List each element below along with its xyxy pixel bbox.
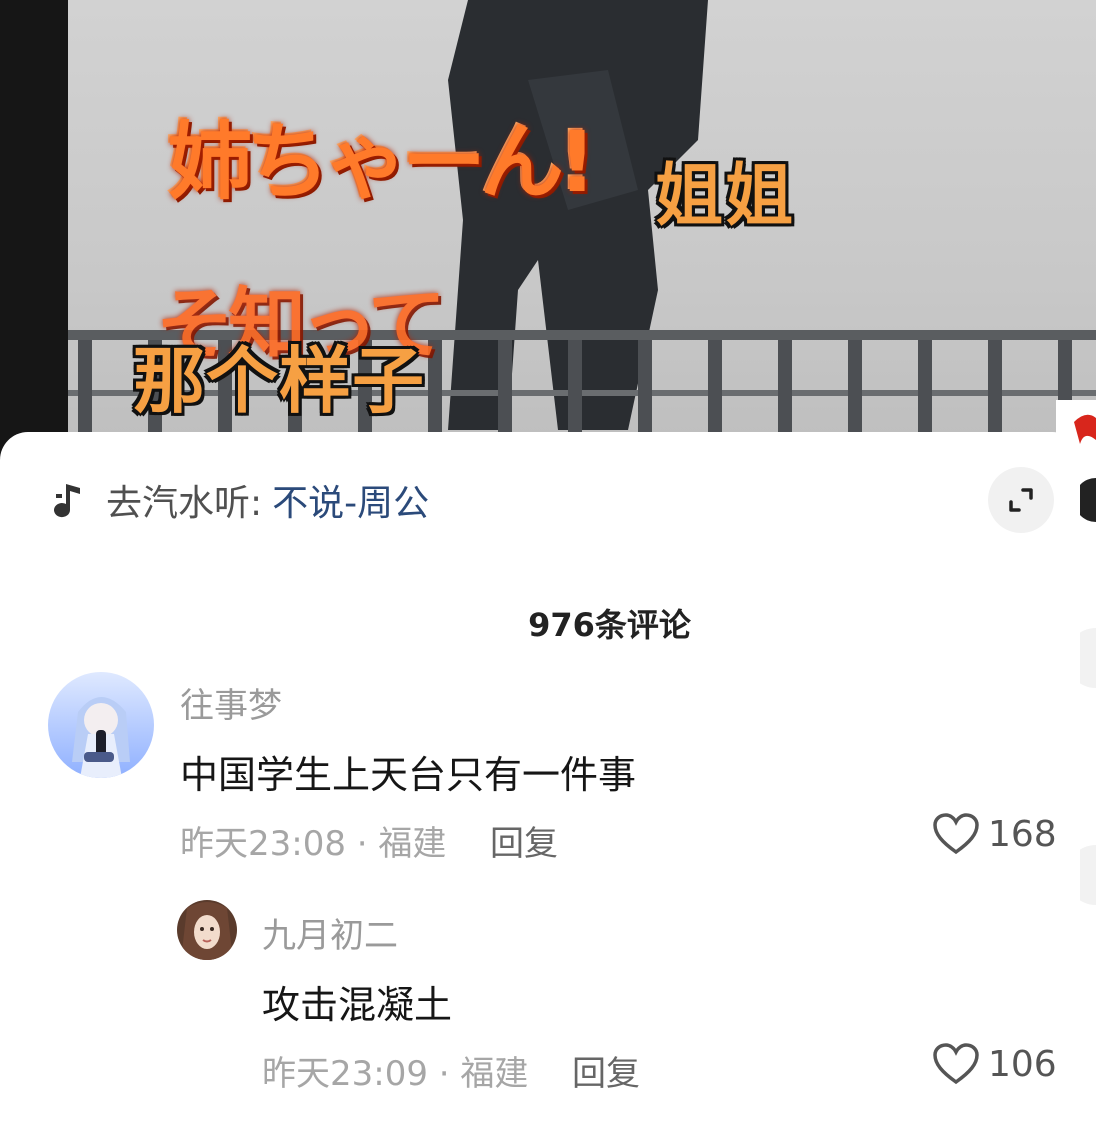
comment-username[interactable]: 往事梦: [180, 678, 282, 727]
caption-sister: 姐姐: [655, 157, 796, 236]
video-player[interactable]: 姉ちゃーん! そ知って 姐姐 那个样子: [0, 0, 1096, 470]
comment-text: 攻击混凝土: [262, 983, 453, 1027]
comment-item: 往事梦 中国学生上天台只有一件事 昨天23:08 · 福建 回复 168: [0, 668, 1080, 868]
expand-icon: [1009, 488, 1033, 512]
comment-text: 中国学生上天台只有一件事: [180, 753, 637, 797]
comment-sheet: 去汽水听: 不说-周公 976条评论 往事梦 中国学生上天台只有一件事 昨天23…: [0, 432, 1080, 1147]
like-count: 168: [988, 813, 1057, 855]
reply-comment-item: 九月初二 攻击混凝土 昨天23:09 · 福建 回复 106: [0, 898, 1080, 1098]
like-button[interactable]: 106: [932, 1042, 1057, 1086]
like-button[interactable]: 168: [932, 812, 1057, 856]
music-title[interactable]: 不说-周公: [272, 474, 429, 526]
caption-japanese-line1: 姉ちゃーん!: [168, 113, 596, 211]
comment-time-location: 昨天23:08 · 福建: [180, 824, 447, 864]
comment-time-location: 昨天23:09 · 福建: [262, 1054, 529, 1094]
reply-button[interactable]: 回复: [572, 1046, 640, 1095]
music-link[interactable]: 去汽水听: 不说-周公: [52, 476, 429, 524]
music-note-icon: [54, 484, 80, 518]
music-prefix: 去汽水听:: [106, 483, 263, 524]
heart-icon: [933, 1043, 979, 1085]
expand-button[interactable]: [988, 467, 1054, 533]
caption-that-look: 那个样子: [133, 339, 426, 423]
comment-username[interactable]: 九月初二: [262, 908, 398, 957]
heart-icon: [933, 813, 979, 855]
avatar[interactable]: [48, 672, 154, 778]
reply-button[interactable]: 回复: [490, 816, 558, 865]
comment-count: 976条评论: [528, 606, 691, 644]
avatar[interactable]: [177, 900, 237, 960]
like-count: 106: [988, 1043, 1057, 1085]
